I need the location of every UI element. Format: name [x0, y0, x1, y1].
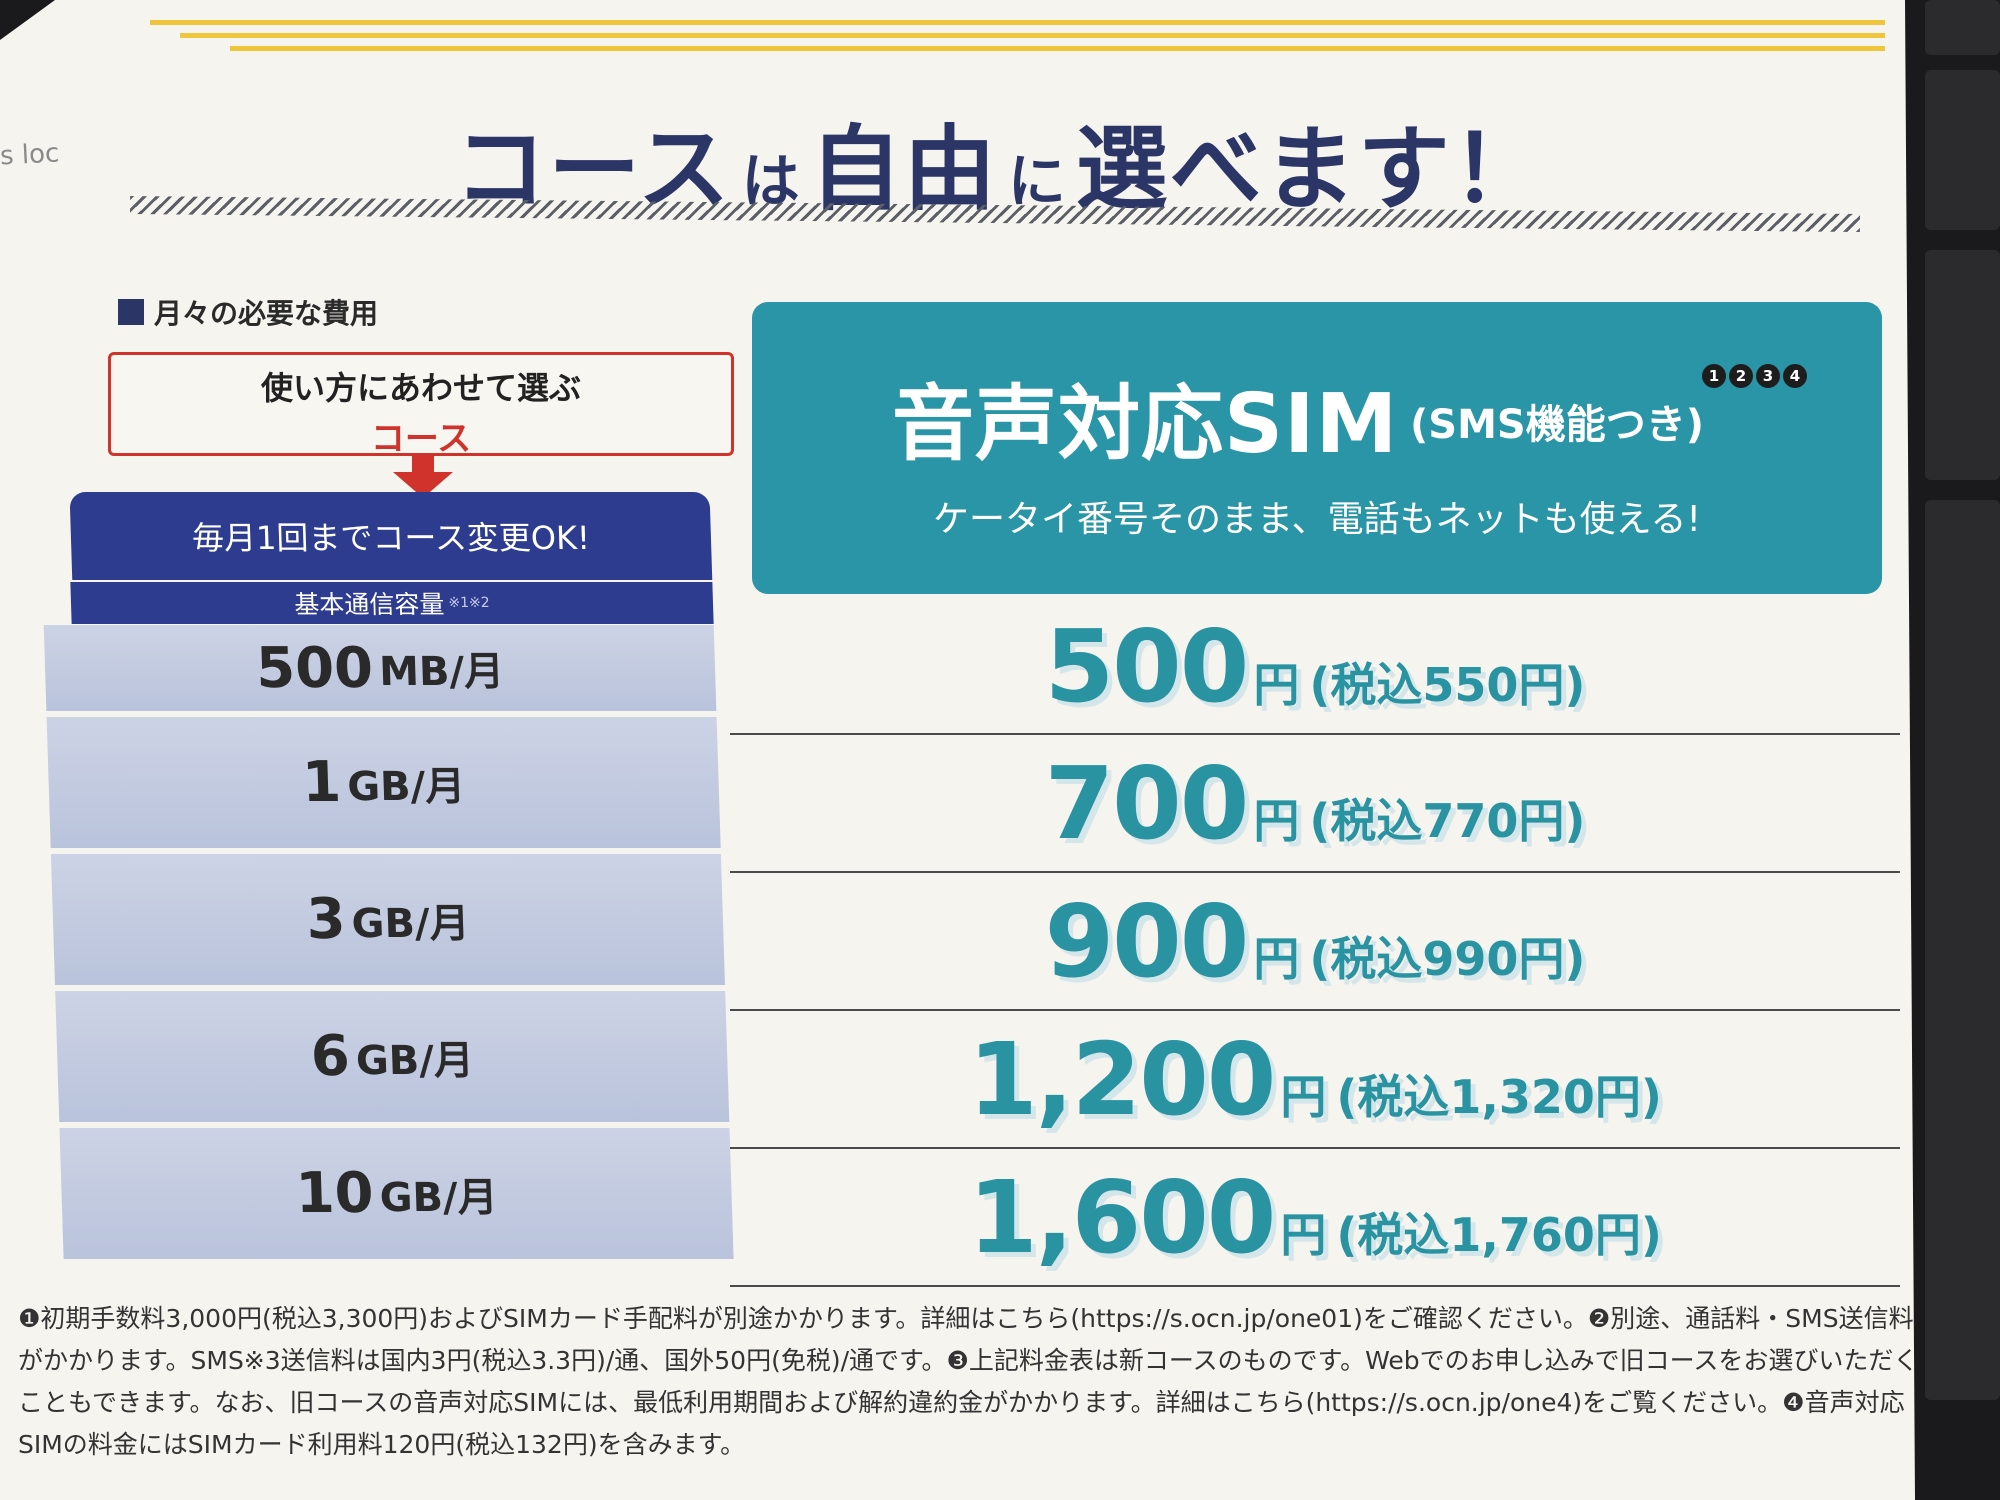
decorative-stripe: [230, 46, 1885, 51]
price-row: 700 円 (税込770円): [730, 735, 1900, 873]
square-bullet-icon: [118, 299, 144, 325]
capacity-row: 500 MB/月: [43, 625, 717, 711]
monthly-cost-label: 月々の必要な費用: [118, 292, 378, 332]
capacity-list: 500 MB/月 1 GB/月 3 GB/月 6 GB/月 10 GB/月: [43, 625, 735, 1287]
price-row: 900 円 (税込990円): [730, 873, 1900, 1011]
background-key: [1925, 500, 2000, 1400]
price-yen: 円: [1253, 657, 1300, 712]
price-amount: 1,200: [968, 1020, 1276, 1138]
choose-course-line1: 使い方にあわせて選ぶ: [260, 369, 581, 407]
price-yen: 円: [1253, 932, 1300, 986]
voice-sim-header: 音声対応SIM (SMS機能つき) 1 2 3 4 ケータイ番号そのまま、電話も…: [752, 302, 1882, 594]
footnote-text: ❶初期手数料3,000円(税込3,300円)およびSIMカード手配料が別途かかり…: [18, 1304, 1919, 1459]
capacity-row: 10 GB/月: [59, 1128, 734, 1259]
price-row: 1,600 円 (税込1,760円): [730, 1149, 1900, 1287]
monthly-cost-text: 月々の必要な費用: [154, 297, 379, 330]
capacity-subheader: 基本通信容量 ※1※2: [70, 582, 714, 624]
capacity-unit: GB/月: [378, 1174, 499, 1221]
background-key: [1925, 250, 2000, 480]
capacity-unit: MB/月: [378, 649, 505, 695]
price-tax-included: (税込770円): [1309, 794, 1586, 848]
decorative-stripe: [150, 20, 1885, 25]
footnote-mark-icon: 1: [1702, 364, 1726, 388]
price-amount: 700: [1044, 744, 1250, 862]
footnote-mark-icon: 4: [1783, 364, 1807, 388]
price-yen: 円: [1280, 1208, 1327, 1262]
capacity-note: ※1※2: [448, 595, 490, 611]
price-yen: 円: [1253, 794, 1300, 848]
decorative-stripe: [180, 33, 1885, 38]
capacity-amount: 3: [305, 887, 347, 952]
price-amount: 900: [1044, 882, 1250, 1000]
capacity-row: 1 GB/月: [46, 717, 721, 848]
footnote-marks: 1 2 3 4: [1702, 364, 1807, 388]
sim-title: 音声対応SIM: [892, 377, 1399, 472]
price-row: 1,200 円 (税込1,320円): [730, 1011, 1900, 1149]
background-key: [1925, 0, 2000, 55]
capacity-row: 3 GB/月: [50, 854, 726, 985]
capacity-subheader-text: 基本通信容量: [293, 590, 445, 619]
price-amount: 500: [1044, 608, 1250, 725]
price-yen: 円: [1280, 1070, 1327, 1124]
footnote-mark-icon: 3: [1756, 364, 1780, 388]
price-amount: 1,600: [968, 1158, 1276, 1276]
data-capacity-panel: 毎月1回までコース変更OK! 基本通信容量 ※1※2 500 MB/月 1 GB…: [10, 492, 735, 1287]
capacity-amount: 10: [294, 1161, 375, 1226]
price-row: 500 円 (税込550円): [730, 600, 1900, 735]
course-change-header: 毎月1回までコース変更OK!: [69, 492, 713, 580]
sim-tagline: ケータイ番号そのまま、電話もネットも使える!: [933, 499, 1701, 540]
choose-course-box: 使い方にあわせて選ぶ コース: [108, 352, 734, 459]
price-tax-included: (税込550円): [1309, 657, 1586, 712]
capacity-unit: GB/月: [355, 1037, 475, 1084]
capacity-row: 6 GB/月: [55, 991, 730, 1122]
capacity-amount: 500: [255, 635, 375, 701]
price-tax-included: (税込990円): [1309, 932, 1586, 986]
footnote-mark-icon: 2: [1729, 364, 1753, 388]
capacity-amount: 1: [301, 750, 343, 815]
price-tax-included: (税込1,760円): [1336, 1208, 1662, 1262]
capacity-unit: GB/月: [346, 763, 466, 810]
price-tax-included: (税込1,320円): [1336, 1070, 1662, 1124]
capacity-amount: 6: [309, 1024, 351, 1089]
sim-subtitle: (SMS機能つき): [1410, 402, 1704, 448]
capacity-unit: GB/月: [350, 900, 471, 947]
price-list: 500 円 (税込550円) 700 円 (税込770円) 900 円 (税込9…: [730, 600, 1900, 1287]
